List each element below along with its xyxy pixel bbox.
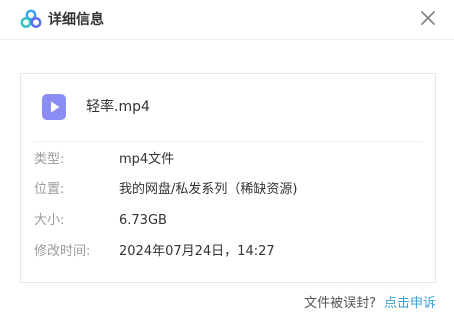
dialog-footer: 文件被误封? 点击申诉 (304, 295, 436, 313)
detail-row-size: 大小: 6.73GB (34, 212, 423, 230)
file-details-dialog: 详细信息 轻率.mp4 类型: mp4文件 位置: 我的网盘/私发系列（稀缺资源… (0, 0, 454, 333)
dialog-title: 详细信息 (48, 12, 104, 28)
misblock-question: 文件被误封? (304, 296, 376, 311)
location-label: 位置: (34, 182, 65, 197)
modified-value: 2024年07月24日，14:27 (119, 244, 275, 259)
dialog-header: 详细信息 (0, 0, 454, 40)
size-label: 大小: (34, 213, 65, 228)
modified-label: 修改时间: (34, 244, 91, 259)
type-value: mp4文件 (119, 152, 175, 167)
type-label: 类型: (34, 152, 65, 167)
detail-row-type: 类型: mp4文件 (34, 151, 423, 169)
detail-row-location: 位置: 我的网盘/私发系列（稀缺资源) (34, 181, 423, 199)
close-icon[interactable] (420, 10, 436, 26)
location-value: 我的网盘/私发系列（稀缺资源) (119, 182, 298, 197)
card-divider (33, 141, 423, 142)
size-value: 6.73GB (119, 213, 167, 228)
appeal-link[interactable]: 点击申诉 (384, 296, 436, 311)
video-file-icon (42, 94, 66, 120)
file-info-card: 轻率.mp4 类型: mp4文件 位置: 我的网盘/私发系列（稀缺资源) 大小:… (20, 73, 436, 283)
cloud-logo-icon (20, 9, 42, 28)
file-name: 轻率.mp4 (86, 99, 150, 115)
detail-row-modified: 修改时间: 2024年07月24日，14:27 (34, 243, 423, 261)
